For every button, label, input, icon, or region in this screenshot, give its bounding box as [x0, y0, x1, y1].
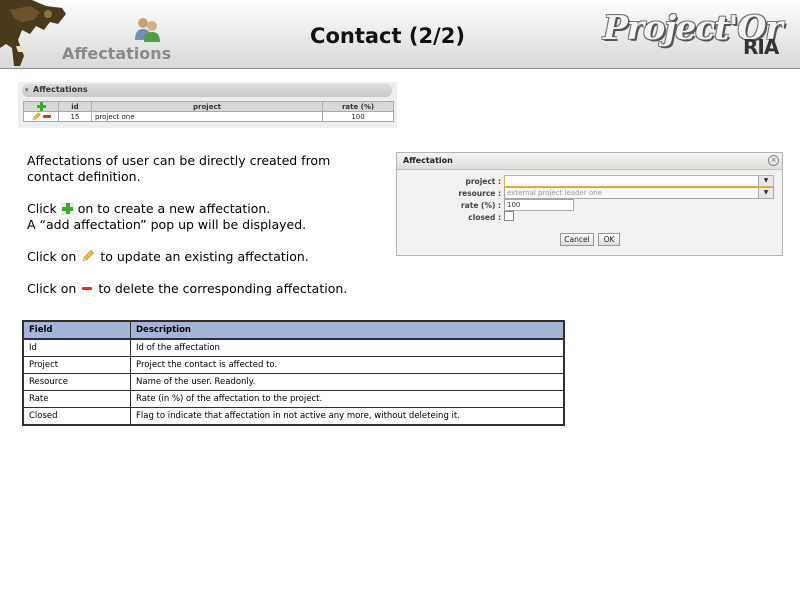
- header-field: Field: [22, 320, 131, 340]
- field-name: Closed: [22, 407, 131, 426]
- project-select[interactable]: ▼: [504, 175, 774, 187]
- brand-logo: Project'Or RIA: [603, 8, 795, 64]
- affectation-dialog: Affectation × project : ▼ resource : ext…: [396, 152, 783, 256]
- ok-button[interactable]: OK: [598, 233, 620, 246]
- table-row: Project Project the contact is affected …: [22, 356, 565, 374]
- fields-description-table: Field Description Id Id of the affectati…: [22, 320, 565, 426]
- cell-id: 15: [58, 111, 92, 122]
- field-description: Flag to indicate that affectation in not…: [130, 407, 565, 426]
- cell-rate: 100: [322, 111, 394, 122]
- affectations-panel-header[interactable]: ▾ Affectations: [22, 84, 392, 97]
- instruction-line-2: contact definition.: [27, 169, 141, 184]
- row-actions: [23, 111, 59, 122]
- rate-input[interactable]: 100: [504, 199, 574, 211]
- delete-minus-icon[interactable]: [42, 115, 51, 118]
- table-row: 15 project one 100: [23, 111, 394, 122]
- column-header-id: id: [58, 101, 92, 112]
- instruction-create-pre: Click: [27, 201, 57, 216]
- field-name: Project: [22, 356, 131, 374]
- brand-subtitle: RIA: [743, 35, 779, 59]
- dialog-header: Affectation ×: [397, 153, 782, 170]
- resource-select[interactable]: external project leader one ▼: [504, 187, 774, 199]
- field-description: Rate (in %) of the affectation to the pr…: [130, 390, 565, 408]
- header-bar: Affectations Contact (2/2) Project'Or RI…: [0, 0, 800, 69]
- table-row: Resource Name of the user. Readonly.: [22, 373, 565, 391]
- closed-checkbox[interactable]: [504, 211, 514, 221]
- add-affectation-button[interactable]: [23, 101, 59, 112]
- resource-select-value: external project leader one: [507, 189, 602, 197]
- resource-label: resource :: [458, 189, 501, 198]
- instruction-update-pre: Click on: [27, 249, 77, 264]
- dropdown-arrow-icon[interactable]: ▼: [758, 176, 773, 186]
- dialog-title: Affectation: [403, 156, 453, 165]
- rate-label: rate (%) :: [460, 201, 501, 210]
- instruction-update-post: to update an existing affectation.: [100, 249, 309, 264]
- column-header-project: project: [91, 101, 323, 112]
- cancel-button[interactable]: Cancel: [560, 233, 594, 246]
- edit-pencil-icon: [82, 250, 95, 262]
- instruction-create: Click on to create a new affectation.: [27, 201, 270, 217]
- instruction-delete: Click on to delete the corresponding aff…: [27, 281, 347, 297]
- field-name: Id: [22, 338, 131, 357]
- instruction-delete-pre: Click on: [27, 281, 77, 296]
- affectations-table-header: id project rate (%): [23, 101, 394, 112]
- field-name: Rate: [22, 390, 131, 408]
- instruction-popup: A “add affectation” pop up will be displ…: [27, 217, 307, 232]
- affectations-table: id project rate (%) 15 project one 100: [23, 101, 394, 122]
- field-description: Name of the user. Readonly.: [130, 373, 565, 391]
- collapse-caret-icon[interactable]: ▾: [25, 86, 29, 94]
- project-label: project :: [465, 177, 501, 186]
- fields-table-header: Field Description: [22, 320, 565, 340]
- instruction-delete-post: to delete the corresponding affectation.: [98, 281, 348, 296]
- closed-label: closed :: [468, 213, 501, 222]
- instruction-create-post: on to create a new affectation.: [77, 201, 271, 216]
- dropdown-arrow-icon[interactable]: ▼: [758, 188, 773, 198]
- instruction-line-1: Affectations of user can be directly cre…: [27, 153, 331, 168]
- field-name: Resource: [22, 373, 131, 391]
- field-description: Id of the affectation: [130, 338, 565, 357]
- edit-pencil-icon[interactable]: [31, 112, 41, 121]
- header-description: Description: [130, 320, 565, 340]
- column-header-rate: rate (%): [322, 101, 394, 112]
- cell-project: project one: [91, 111, 323, 122]
- instruction-update: Click on to update an existing affectati…: [27, 249, 309, 265]
- close-icon[interactable]: ×: [768, 155, 779, 166]
- field-description: Project the contact is affected to.: [130, 356, 565, 374]
- table-row: Rate Rate (in %) of the affectation to t…: [22, 390, 565, 408]
- table-row: Id Id of the affectation: [22, 338, 565, 357]
- affectations-panel-title: Affectations: [33, 85, 88, 94]
- table-row: Closed Flag to indicate that affectation…: [22, 407, 565, 426]
- delete-minus-icon: [82, 287, 93, 290]
- add-icon[interactable]: [36, 102, 46, 111]
- add-icon: [60, 202, 74, 215]
- affectations-panel: ▾ Affectations id project rate (%) 15 pr…: [18, 82, 397, 128]
